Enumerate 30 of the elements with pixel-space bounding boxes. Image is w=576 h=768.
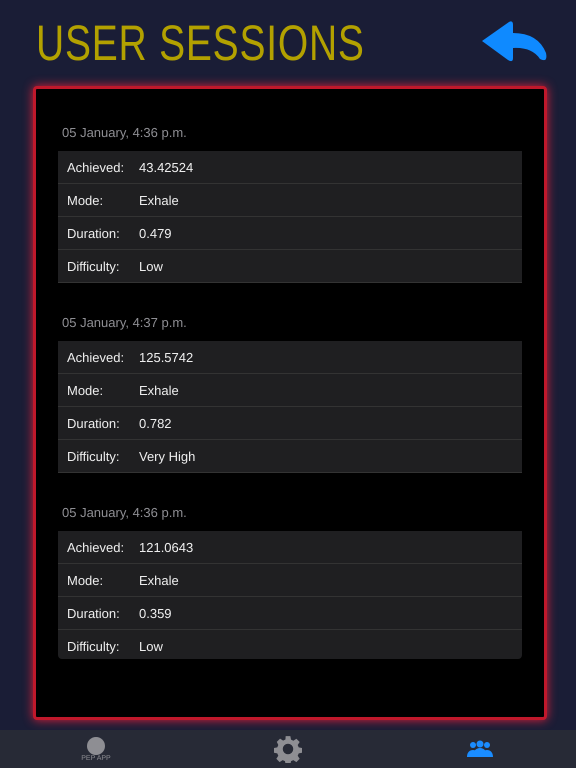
field-label: Duration: [67, 416, 121, 430]
field-value: Low [139, 638, 163, 654]
field-label: Achieved: [67, 540, 126, 554]
session-date: 05 January, 4:37 p.m. [61, 314, 188, 332]
field-value: Exhale [139, 572, 179, 588]
field-label: Achieved: [67, 350, 126, 364]
gear-icon[interactable] [274, 735, 302, 763]
field-label: Mode: [67, 572, 104, 588]
session-date: 05 January, 4:36 p.m. [61, 124, 188, 142]
field-value: 0.359 [139, 606, 172, 620]
field-value: Exhale [139, 192, 179, 208]
field-value: 121.0643 [139, 540, 194, 554]
field-label: Duration: [67, 606, 121, 620]
field-value: 125.5742 [139, 350, 194, 364]
field-value: Low [139, 258, 163, 274]
session-date: 05 January, 4:36 p.m. [61, 504, 188, 522]
field-value: 43.42524 [139, 160, 194, 174]
field-label: Achieved: [67, 160, 126, 174]
field-value: Exhale [139, 382, 179, 398]
people-icon[interactable] [466, 740, 494, 758]
field-label: Difficulty: [67, 258, 120, 274]
field-label: Difficulty: [67, 448, 120, 464]
field-label: Mode: [67, 192, 104, 208]
field-value: 0.782 [139, 416, 172, 430]
page-title: USER SESSIONS [36, 14, 365, 72]
field-value: 0.479 [139, 226, 172, 240]
field-label: Mode: [67, 382, 104, 398]
field-label: Duration: [67, 226, 121, 240]
field-label: Difficulty: [67, 638, 120, 654]
field-value: Very High [139, 448, 196, 464]
